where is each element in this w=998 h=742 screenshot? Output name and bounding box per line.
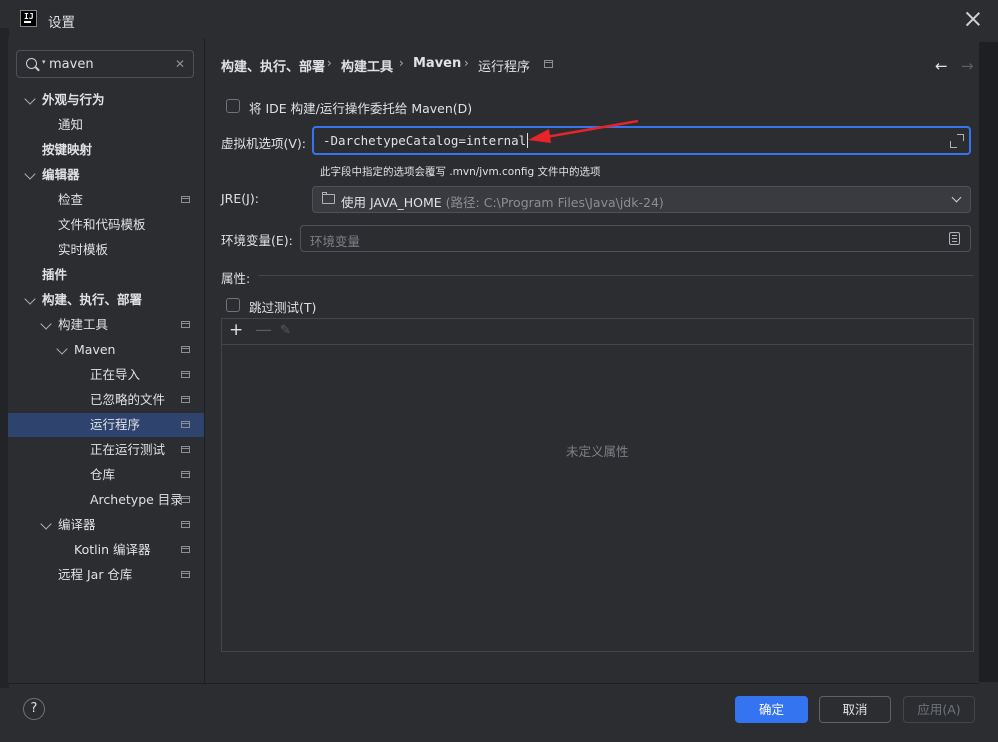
breadcrumb-item[interactable]: 构建工具 <box>341 56 393 75</box>
properties-label: 属性: <box>221 271 251 286</box>
project-scope-icon <box>181 546 190 553</box>
help-icon[interactable]: ? <box>23 698 45 720</box>
sidebar-item-remote-jar-repositories[interactable]: 远程 Jar 仓库 <box>58 564 132 586</box>
jre-label: JRE(J): <box>221 191 259 206</box>
env-vars-label: 环境变量(E): <box>221 233 293 248</box>
project-scope-icon <box>181 396 190 403</box>
delegate-to-maven-checkbox[interactable] <box>226 99 240 113</box>
apply-button[interactable]: 应用(A) <box>903 696 975 723</box>
project-scope-icon <box>181 321 190 328</box>
folder-icon <box>322 192 335 204</box>
search-icon: ▾ <box>26 58 46 69</box>
background-window-edge-right <box>979 42 998 682</box>
sidebar-item-compiler[interactable]: 编译器 <box>58 514 96 536</box>
jre-dropdown[interactable]: 使用 JAVA_HOME (路径: C:\Program Files\Java\… <box>312 186 971 213</box>
edit-icon[interactable]: ✎ <box>280 323 291 338</box>
divider <box>204 38 205 683</box>
sidebar-item-repositories[interactable]: 仓库 <box>90 464 115 486</box>
add-icon[interactable]: + <box>229 320 243 340</box>
remove-icon[interactable]: — <box>255 320 272 340</box>
properties-toolbar: + — ✎ <box>222 319 973 345</box>
project-scope-icon <box>181 196 190 203</box>
properties-table: + — ✎ 未定义属性 <box>221 318 974 652</box>
settings-dialog: IJ 设置 ▾ maven ✕ 外观与行为 通知 按键映射 编辑器 检查 文件和… <box>0 0 998 742</box>
project-scope-icon <box>544 60 553 68</box>
section-divider <box>258 275 974 276</box>
sidebar-item-appearance[interactable]: 外观与行为 <box>42 89 105 111</box>
sidebar-item-inspections[interactable]: 检查 <box>58 189 83 211</box>
sidebar-item-importing[interactable]: 正在导入 <box>90 364 140 386</box>
sidebar-item-build-tools[interactable]: 构建工具 <box>58 314 108 336</box>
vm-options-value: -DarchetypeCatalog=internal <box>323 133 527 148</box>
project-scope-icon <box>181 496 190 503</box>
sidebar-item-running-tests[interactable]: 正在运行测试 <box>90 439 165 461</box>
breadcrumb-item[interactable]: 构建、执行、部署 <box>221 56 325 75</box>
project-scope-icon <box>181 346 190 353</box>
vm-options-hint: 此字段中指定的选项会覆写 .mvn/jvm.config 文件中的选项 <box>320 166 601 178</box>
footer-divider <box>8 683 979 684</box>
breadcrumb-item[interactable]: Maven <box>413 56 461 71</box>
jre-value: 使用 JAVA_HOME <box>341 195 442 210</box>
project-scope-icon <box>181 371 190 378</box>
back-arrow-icon[interactable]: ← <box>935 57 948 75</box>
env-vars-input[interactable]: 环境变量 <box>300 225 971 252</box>
sidebar-item-live-templates[interactable]: 实时模板 <box>58 239 108 261</box>
delegate-to-maven-label: 将 IDE 构建/运行操作委托给 Maven(D) <box>249 101 473 116</box>
sidebar-item-kotlin-compiler[interactable]: Kotlin 编译器 <box>74 539 150 561</box>
project-scope-icon <box>181 421 190 428</box>
title-bar: IJ 设置 <box>0 0 998 38</box>
sidebar-item-plugins[interactable]: 插件 <box>42 264 67 286</box>
edit-list-icon[interactable] <box>949 232 960 245</box>
project-scope-icon <box>181 571 190 578</box>
jre-path: (路径: C:\Program Files\Java\jdk-24) <box>445 195 664 210</box>
vm-options-input[interactable]: -DarchetypeCatalog=internal <box>312 126 971 155</box>
chevron-down-icon <box>951 192 962 203</box>
breadcrumb-separator: › <box>327 56 332 70</box>
project-scope-icon <box>181 521 190 528</box>
breadcrumb-current: 运行程序 <box>478 60 531 75</box>
sidebar-item-file-templates[interactable]: 文件和代码模板 <box>58 214 146 236</box>
vm-options-label: 虚拟机选项(V): <box>221 136 307 151</box>
cancel-button[interactable]: 取消 <box>819 696 891 723</box>
clear-search-icon[interactable]: ✕ <box>175 57 185 71</box>
ok-button[interactable]: 确定 <box>735 696 808 723</box>
search-value: maven <box>49 57 94 72</box>
settings-search-input[interactable]: ▾ maven ✕ <box>16 50 194 78</box>
skip-tests-checkbox[interactable] <box>226 298 240 312</box>
forward-arrow-icon[interactable]: → <box>961 57 974 75</box>
intellij-app-icon: IJ <box>20 10 37 27</box>
project-scope-icon <box>181 471 190 478</box>
env-vars-placeholder: 环境变量 <box>310 234 361 249</box>
skip-tests-label: 跳过测试(T) <box>249 300 317 315</box>
breadcrumb-separator: › <box>464 56 469 70</box>
sidebar-item-runner[interactable]: 运行程序 <box>90 414 140 436</box>
sidebar-item-build-execution-deployment[interactable]: 构建、执行、部署 <box>42 289 142 311</box>
project-scope-icon <box>181 446 190 453</box>
breadcrumb-separator: › <box>399 56 404 70</box>
text-caret <box>527 133 529 148</box>
properties-empty-text: 未定义属性 <box>566 444 629 459</box>
sidebar-item-keymap[interactable]: 按键映射 <box>42 139 92 161</box>
sidebar-item-archetype-catalogs[interactable]: Archetype 目录 <box>90 489 183 511</box>
expand-icon[interactable] <box>950 134 964 148</box>
sidebar-item-maven[interactable]: Maven <box>74 339 115 361</box>
sidebar-item-notifications[interactable]: 通知 <box>58 114 83 136</box>
sidebar-item-ignored-files[interactable]: 已忽略的文件 <box>90 389 165 411</box>
close-icon[interactable] <box>964 10 982 28</box>
sidebar-item-editor[interactable]: 编辑器 <box>42 164 80 186</box>
window-title: 设置 <box>48 15 75 31</box>
